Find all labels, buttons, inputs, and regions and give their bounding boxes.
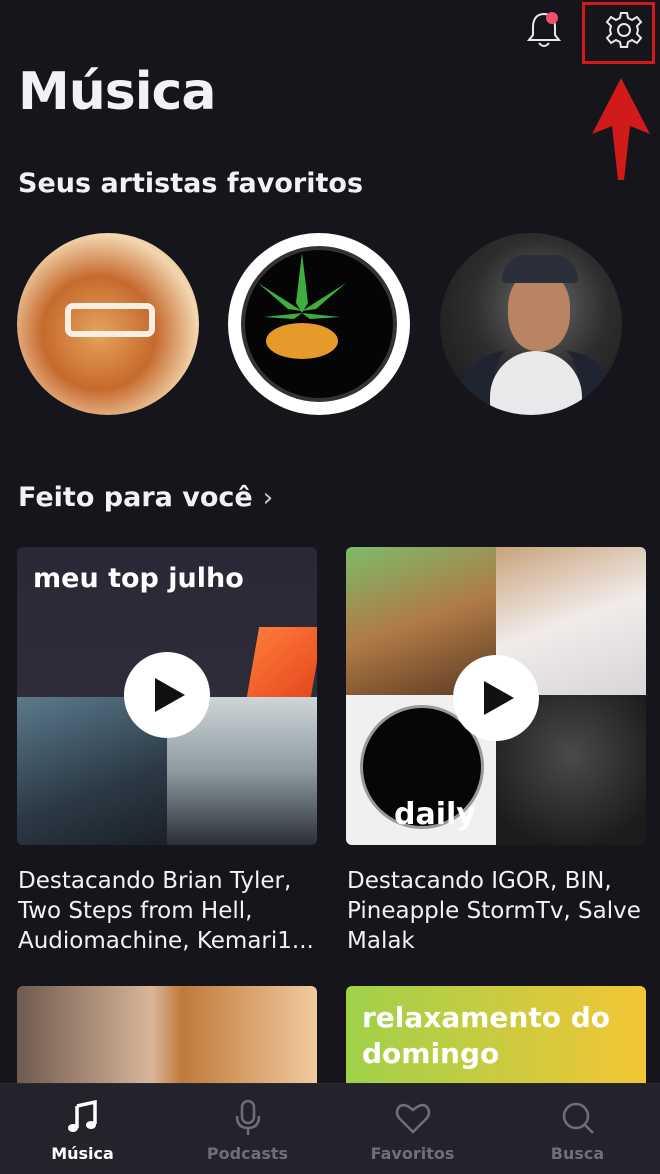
sunglasses-shape	[65, 303, 155, 337]
arrow-up-icon	[592, 78, 650, 180]
playlist-description: Destacando IGOR, BIN, Pineapple StormTv,…	[347, 866, 647, 956]
tab-label: Podcasts	[206, 1144, 289, 1163]
playlist-card-label: relaxamento do domingo	[362, 1001, 610, 1070]
play-button[interactable]	[453, 655, 539, 741]
play-icon	[484, 681, 514, 715]
play-icon	[155, 678, 185, 712]
artist-avatar[interactable]	[228, 233, 410, 415]
description-line: Destacando Brian Tyler,	[18, 868, 292, 894]
cap-shape	[502, 255, 578, 283]
search-icon	[562, 1102, 594, 1134]
music-note-icon	[67, 1099, 97, 1132]
artist-avatar[interactable]	[440, 233, 622, 415]
made-for-you-label: Feito para você	[18, 482, 253, 513]
favorite-artists-title: Seus artistas favoritos	[18, 168, 364, 199]
notification-badge	[546, 12, 558, 24]
face-shape	[508, 271, 570, 351]
tab-search[interactable]: Busca	[495, 1084, 660, 1174]
playlist-description: Destacando Brian Tyler, Two Steps from H…	[18, 866, 318, 956]
playlist-card-label: daily	[394, 797, 476, 832]
chevron-right-icon: ›	[262, 482, 274, 513]
tab-favorites[interactable]: Favoritos	[330, 1084, 495, 1174]
tab-podcasts[interactable]: Podcasts	[165, 1084, 330, 1174]
logo-disc	[241, 246, 397, 402]
play-button[interactable]	[124, 652, 210, 738]
bell-icon[interactable]	[522, 8, 566, 52]
playlist-card-label: meu top julho	[33, 563, 244, 594]
settings-highlight-box	[582, 2, 655, 64]
description-line: Two Steps from Hell,	[18, 898, 253, 924]
description-line: Malak	[347, 928, 415, 954]
playlist-card[interactable]: relaxamento do domingo	[346, 986, 646, 1096]
made-for-you-title[interactable]: Feito para você ›	[18, 482, 273, 513]
top-bar	[0, 0, 660, 180]
heart-icon	[395, 1103, 430, 1134]
description-line: Destacando IGOR, BIN,	[347, 868, 612, 894]
decor-shape	[246, 627, 317, 697]
playlist-card[interactable]: daily	[346, 547, 646, 845]
playlist-card[interactable]: meu top julho	[17, 547, 317, 845]
tab-label: Favoritos	[370, 1144, 455, 1163]
description-line: Pineapple StormTv, Salve	[347, 898, 641, 924]
bottom-tab-bar: Música Podcasts Favoritos Busca	[0, 1083, 660, 1174]
leaf-icon	[258, 253, 346, 359]
artist-avatar[interactable]	[17, 233, 199, 415]
tab-music[interactable]: Música	[0, 1084, 165, 1174]
microphone-icon	[235, 1099, 260, 1135]
playlist-card[interactable]	[17, 986, 317, 1096]
tab-label: Música	[51, 1144, 114, 1163]
description-line: Audiomachine, Kemari1...	[18, 928, 314, 954]
page-title: Música	[18, 62, 216, 122]
tab-label: Busca	[550, 1144, 605, 1163]
